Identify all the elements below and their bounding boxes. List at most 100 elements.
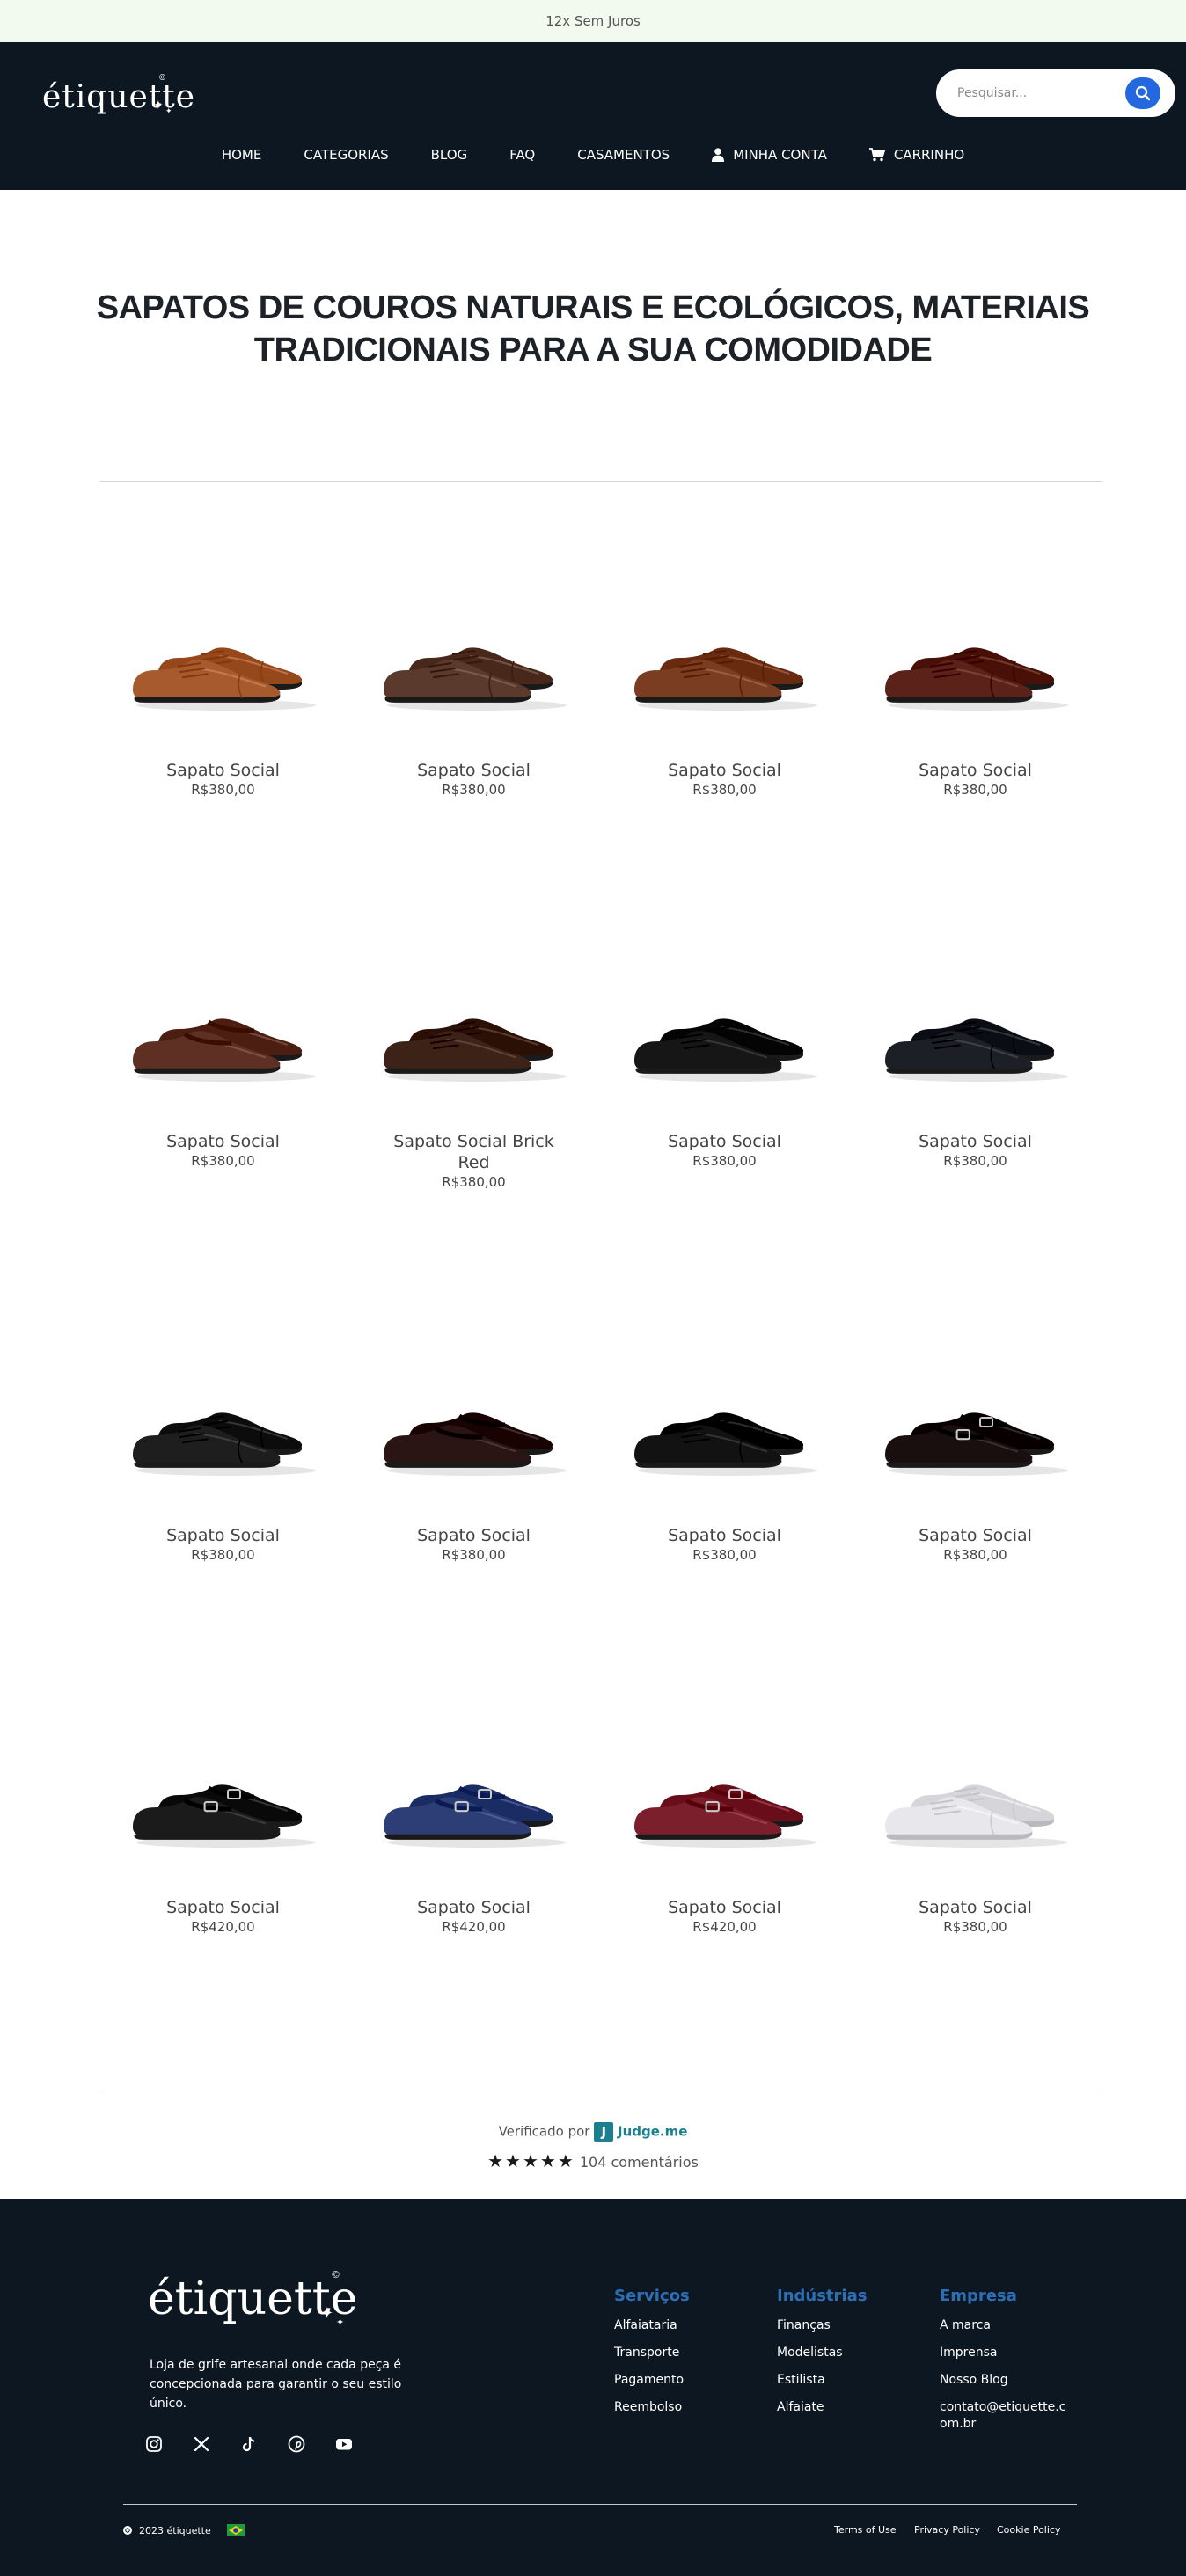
product-name[interactable]: Sapato Social <box>617 1525 832 1546</box>
product-card[interactable]: Sapato Social Brick Red R$380,00 <box>366 952 582 1191</box>
product-image[interactable] <box>617 1718 832 1876</box>
product-card[interactable]: Sapato Social R$420,00 <box>617 1718 832 1936</box>
x-twitter-icon[interactable] <box>192 2434 211 2454</box>
footer-divider <box>123 2504 1077 2505</box>
product-image[interactable] <box>366 580 582 739</box>
product-image[interactable] <box>868 1346 1083 1504</box>
product-price: R$380,00 <box>442 782 506 798</box>
nav-categorias[interactable]: CATEGORIAS <box>304 147 388 163</box>
product-name[interactable]: Sapato Social <box>868 1131 1083 1152</box>
product-name[interactable]: Sapato Social <box>617 1131 832 1152</box>
product-name[interactable]: Sapato Social <box>868 1897 1083 1918</box>
footer-col-title: Indústrias <box>777 2287 868 2305</box>
product-image[interactable] <box>868 952 1083 1110</box>
product-name[interactable]: Sapato Social <box>868 1525 1083 1546</box>
footer-link[interactable]: Nosso Blog <box>940 2372 1080 2389</box>
footer-logo[interactable]: étiquette © ✦ ✦ <box>148 2269 357 2328</box>
product-name[interactable]: Sapato Social <box>366 1525 582 1546</box>
footer-link[interactable]: Transporte <box>614 2345 755 2361</box>
pinterest-icon[interactable] <box>287 2434 306 2454</box>
product-price: R$380,00 <box>943 1919 1007 1935</box>
search-button[interactable] <box>1125 77 1160 109</box>
product-image[interactable] <box>617 580 832 739</box>
product-image[interactable] <box>366 952 582 1110</box>
nav-carrinho[interactable]: CARRINHO <box>868 147 964 163</box>
footer-link[interactable]: Modelistas <box>777 2345 918 2361</box>
nav-blog[interactable]: BLOG <box>431 147 468 163</box>
search-input[interactable] <box>948 80 1133 106</box>
product-card[interactable]: Sapato Social R$380,00 <box>868 1346 1083 1564</box>
footer-link[interactable]: A marca <box>940 2317 1080 2334</box>
sparkle-icon: ✦ <box>165 107 173 116</box>
product-price: R$380,00 <box>191 1547 255 1563</box>
footer-email-link[interactable]: contato@etiquette.com.br <box>940 2399 1072 2433</box>
privacy-link[interactable]: Privacy Policy <box>914 2524 980 2536</box>
product-card[interactable]: Sapato Social R$380,00 <box>115 952 331 1170</box>
product-name[interactable]: Sapato Social <box>617 760 832 781</box>
judgeme-logo-icon: J <box>594 2122 614 2142</box>
sparkle-icon: ✦ <box>320 2304 334 2323</box>
product-card[interactable]: Sapato Social R$420,00 <box>366 1718 582 1936</box>
product-card[interactable]: Sapato Social R$380,00 <box>366 1346 582 1564</box>
product-name[interactable]: Sapato Social <box>115 1897 331 1918</box>
nav-faq[interactable]: FAQ <box>509 147 535 163</box>
logo[interactable]: étiquette © ✦ ✦ <box>42 74 195 116</box>
youtube-icon[interactable] <box>334 2434 354 2454</box>
reviews-badge[interactable]: Verificado por J Judge.me <box>0 2122 1186 2142</box>
judgeme-name: Judge.me <box>618 2123 688 2140</box>
product-name[interactable]: Sapato Social <box>115 1525 331 1546</box>
footer-col-servicos: Serviços Alfaiataria Transporte Pagament… <box>614 2287 755 2426</box>
product-price: R$380,00 <box>442 1547 506 1563</box>
product-image[interactable] <box>115 1718 331 1876</box>
nav-label: CASAMENTOS <box>577 147 670 163</box>
cookie-link[interactable]: Cookie Policy <box>997 2524 1060 2536</box>
product-price: R$380,00 <box>191 782 255 798</box>
nav-home[interactable]: HOME <box>222 147 262 163</box>
product-image[interactable] <box>366 1346 582 1504</box>
product-card[interactable]: Sapato Social R$380,00 <box>617 952 832 1170</box>
nav-minha-conta[interactable]: MINHA CONTA <box>712 147 827 163</box>
product-name[interactable]: Sapato Social <box>617 1897 832 1918</box>
footer-link[interactable]: Alfaiate <box>777 2399 918 2416</box>
reviews-rating[interactable]: ★★★★★ 104 comentários <box>0 2150 1186 2171</box>
product-image[interactable] <box>868 580 1083 739</box>
product-name[interactable]: Sapato Social <box>115 760 331 781</box>
footer-link[interactable]: Estilista <box>777 2372 918 2389</box>
product-card[interactable]: Sapato Social R$380,00 <box>868 1718 1083 1936</box>
product-name[interactable]: Sapato Social Brick Red <box>386 1131 562 1173</box>
star-rating-icon: ★★★★★ <box>487 2150 575 2171</box>
nav-label: HOME <box>221 147 262 163</box>
sparkle-icon: © <box>158 74 167 83</box>
product-card[interactable]: Sapato Social R$380,00 <box>366 580 582 799</box>
footer-link[interactable]: Finanças <box>777 2317 918 2334</box>
search-icon <box>1135 85 1151 101</box>
product-card[interactable]: Sapato Social R$380,00 <box>115 580 331 799</box>
product-image[interactable] <box>115 1346 331 1504</box>
product-image[interactable] <box>366 1718 582 1876</box>
product-image[interactable] <box>617 1346 832 1504</box>
product-image[interactable] <box>115 952 331 1110</box>
product-card[interactable]: Sapato Social R$380,00 <box>115 1346 331 1564</box>
product-name[interactable]: Sapato Social <box>366 1897 582 1918</box>
product-card[interactable]: Sapato Social R$380,00 <box>868 952 1083 1170</box>
footer-link[interactable]: Pagamento <box>614 2372 755 2389</box>
product-image[interactable] <box>868 1718 1083 1876</box>
nav-casamentos[interactable]: CASAMENTOS <box>577 147 670 163</box>
product-name[interactable]: Sapato Social <box>115 1131 331 1152</box>
product-name[interactable]: Sapato Social <box>868 760 1083 781</box>
tiktok-icon[interactable] <box>239 2434 259 2454</box>
product-price: R$380,00 <box>692 1153 757 1169</box>
page-title: SAPATOS DE COUROS NATURAIS E ECOLÓGICOS,… <box>88 287 1098 371</box>
product-image[interactable] <box>617 952 832 1110</box>
footer-link[interactable]: Alfaiataria <box>614 2317 755 2334</box>
instagram-icon[interactable] <box>144 2434 164 2454</box>
product-image[interactable] <box>115 580 331 739</box>
terms-link[interactable]: Terms of Use <box>834 2524 897 2536</box>
product-card[interactable]: Sapato Social R$420,00 <box>115 1718 331 1936</box>
product-card[interactable]: Sapato Social R$380,00 <box>868 580 1083 799</box>
product-card[interactable]: Sapato Social R$380,00 <box>617 580 832 799</box>
product-card[interactable]: Sapato Social R$380,00 <box>617 1346 832 1564</box>
footer-link[interactable]: Reembolso <box>614 2399 755 2416</box>
product-name[interactable]: Sapato Social <box>366 760 582 781</box>
footer-link[interactable]: Imprensa <box>940 2345 1080 2361</box>
